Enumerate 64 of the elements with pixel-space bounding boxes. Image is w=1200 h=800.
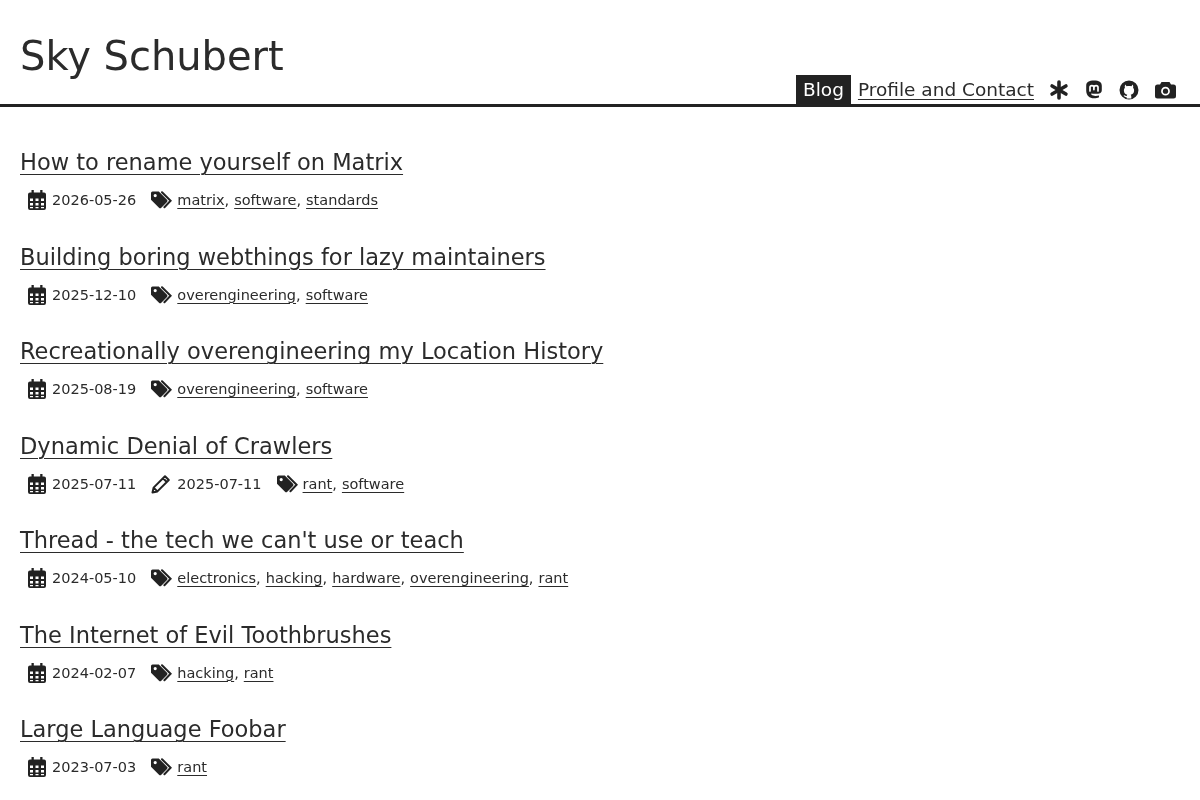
tag-link[interactable]: hacking (177, 664, 235, 681)
tags-icon (276, 474, 299, 493)
calendar-icon (28, 757, 46, 777)
tag-link[interactable]: rant (302, 475, 333, 492)
pencil-icon (151, 473, 172, 494)
tag-link[interactable]: rant (177, 759, 207, 775)
mastodon-icon[interactable] (1085, 80, 1103, 99)
calendar-icon (28, 284, 46, 305)
tag-link[interactable]: software (305, 381, 368, 397)
tag-separator: , (332, 475, 337, 492)
tags-icon (151, 380, 174, 398)
nav-link[interactable]: Profile and Contact (850, 75, 1041, 104)
tag-separator: , (296, 192, 302, 208)
publish-date: 2026-05-26 (52, 192, 137, 208)
post-title-link[interactable]: Large Language Foobar (20, 714, 286, 744)
tags-icon (151, 569, 174, 587)
publish-date: 2025-12-10 (52, 286, 137, 303)
nav-link[interactable]: Blog (796, 75, 851, 104)
tag-separator: , (528, 570, 534, 586)
tag-link[interactable]: overengineering (410, 570, 529, 586)
tag-link[interactable]: standards (306, 192, 378, 208)
tag-link[interactable]: hardware (332, 570, 401, 586)
publish-date: 2025-08-19 (52, 381, 137, 397)
edit-date: 2025-07-11 (177, 475, 262, 492)
tags-icon (151, 758, 174, 776)
tag-separator: , (234, 664, 239, 681)
post-title-link[interactable]: Building boring webthings for lazy maintainers (20, 241, 546, 272)
calendar-icon (28, 190, 46, 210)
calendar-icon (28, 568, 46, 588)
asterisk-icon[interactable] (1049, 79, 1069, 100)
tag-link[interactable]: hacking (265, 570, 323, 586)
post-title-link[interactable]: The Internet of Evil Toothbrushes (20, 619, 392, 650)
tag-separator: , (296, 286, 301, 303)
tags-icon (151, 663, 174, 682)
publish-date: 2024-02-07 (52, 664, 137, 681)
calendar-icon (28, 473, 46, 494)
tag-separator: , (296, 381, 301, 397)
post-title-link[interactable]: Thread - the tech we can't use or teach (20, 525, 464, 555)
publish-date: 2023-07-03 (52, 759, 137, 775)
tags-icon (151, 285, 174, 304)
tag-link[interactable]: rant (538, 570, 569, 586)
post-title-link[interactable]: Recreationally overengineering my Location History (20, 336, 604, 366)
calendar-icon (28, 662, 46, 683)
tag-separator: , (400, 570, 406, 586)
tags-icon (151, 191, 174, 209)
calendar-icon (28, 379, 46, 399)
tag-link[interactable]: overengineering (177, 381, 297, 397)
tag-link[interactable]: rant (243, 664, 274, 681)
post-title-link[interactable]: How to rename yourself on Matrix (20, 147, 404, 177)
publish-date: 2024-05-10 (52, 570, 137, 586)
tag-link[interactable]: software (234, 192, 297, 208)
tag-separator: , (224, 192, 230, 208)
camera-icon[interactable] (1155, 80, 1176, 99)
post-title-link[interactable]: Dynamic Denial of Crawlers (20, 430, 333, 461)
tag-link[interactable]: overengineering (177, 286, 297, 303)
site-title: Sky Schubert (20, 32, 284, 81)
tag-link[interactable]: software (341, 475, 405, 492)
tag-link[interactable]: matrix (177, 192, 225, 208)
tag-separator: , (322, 570, 328, 586)
github-icon[interactable] (1119, 79, 1139, 100)
publish-date: 2025-07-11 (52, 475, 137, 492)
tag-link[interactable]: electronics (177, 570, 257, 586)
tag-separator: , (256, 570, 261, 586)
tag-link[interactable]: software (305, 286, 368, 303)
